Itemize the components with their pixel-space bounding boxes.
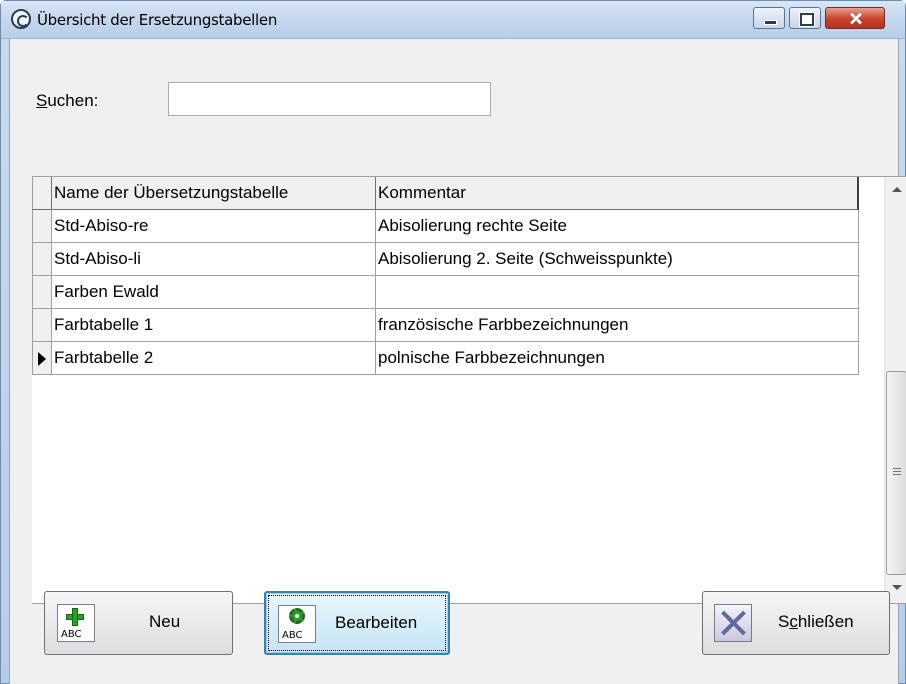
row-selector-current[interactable]	[32, 342, 52, 375]
scroll-down-arrow-icon[interactable]	[892, 585, 902, 590]
table-grid: Name der Übersetzungstabelle Kommentar S…	[32, 176, 906, 604]
row-selector[interactable]	[32, 309, 52, 342]
scroll-up-arrow-icon[interactable]	[892, 187, 902, 192]
table-row[interactable]: Farben Ewald	[32, 276, 859, 309]
row-selector[interactable]	[32, 276, 52, 309]
table-row[interactable]: Std-Abiso-re Abisolierung rechte Seite	[32, 210, 859, 243]
cell-name[interactable]: Farbtabelle 1	[52, 309, 376, 342]
new-button[interactable]: ABC Neu	[44, 591, 233, 655]
window-title: Übersicht der Ersetzungstabellen	[37, 11, 278, 29]
table-row[interactable]: Std-Abiso-li Abisolierung 2. Seite (Schw…	[32, 243, 859, 276]
title-bar[interactable]: Übersicht der Ersetzungstabellen	[1, 1, 905, 39]
edit-button[interactable]: ABC Bearbeiten	[264, 591, 450, 655]
header-row-selector	[32, 177, 52, 210]
search-label: Suchen:	[36, 91, 99, 110]
table-row[interactable]: Farbtabelle 1 französische Farbbezeichnu…	[32, 309, 859, 342]
table-header-row: Name der Übersetzungstabelle Kommentar	[32, 177, 859, 210]
minimize-button[interactable]	[753, 7, 785, 29]
scroll-grip-icon	[893, 468, 901, 475]
cell-name[interactable]: Farbtabelle 2	[52, 342, 376, 375]
close-button[interactable]: Schließen	[702, 591, 890, 655]
cell-comment[interactable]: französische Farbbezeichnungen	[376, 309, 859, 342]
cell-comment[interactable]: Abisolierung rechte Seite	[376, 210, 859, 243]
cell-comment[interactable]	[376, 276, 859, 309]
add-abc-icon: ABC	[57, 604, 95, 642]
app-logo-icon	[11, 9, 31, 29]
maximize-button[interactable]	[789, 7, 821, 29]
table-row-current[interactable]: Farbtabelle 2 polnische Farbbezeichnunge…	[32, 342, 859, 375]
cell-name[interactable]: Farben Ewald	[52, 276, 376, 309]
column-header-name[interactable]: Name der Übersetzungstabelle	[52, 177, 376, 210]
current-row-pointer-icon	[38, 352, 46, 366]
close-x-icon	[714, 604, 752, 642]
cell-name[interactable]: Std-Abiso-li	[52, 243, 376, 276]
row-selector[interactable]	[32, 210, 52, 243]
new-button-label: Neu	[149, 612, 181, 631]
vertical-scrollbar[interactable]	[884, 177, 906, 603]
column-header-comment[interactable]: Kommentar	[376, 177, 859, 210]
gear-abc-icon: ABC	[278, 605, 316, 643]
edit-button-label: Bearbeiten	[335, 613, 418, 632]
close-window-button[interactable]	[825, 7, 885, 29]
row-selector[interactable]	[32, 243, 52, 276]
cell-name[interactable]: Std-Abiso-re	[52, 210, 376, 243]
dialog-content: Suchen: Name der Übersetzungstabelle Kom…	[9, 39, 906, 684]
cell-comment[interactable]: polnische Farbbezeichnungen	[376, 342, 859, 375]
close-button-label: Schließen	[778, 612, 854, 631]
scrollbar-thumb[interactable]	[886, 371, 906, 575]
search-input[interactable]	[168, 82, 491, 116]
dialog-window: Übersicht der Ersetzungstabellen Suchen:…	[0, 0, 906, 684]
cell-comment[interactable]: Abisolierung 2. Seite (Schweisspunkte)	[376, 243, 859, 276]
